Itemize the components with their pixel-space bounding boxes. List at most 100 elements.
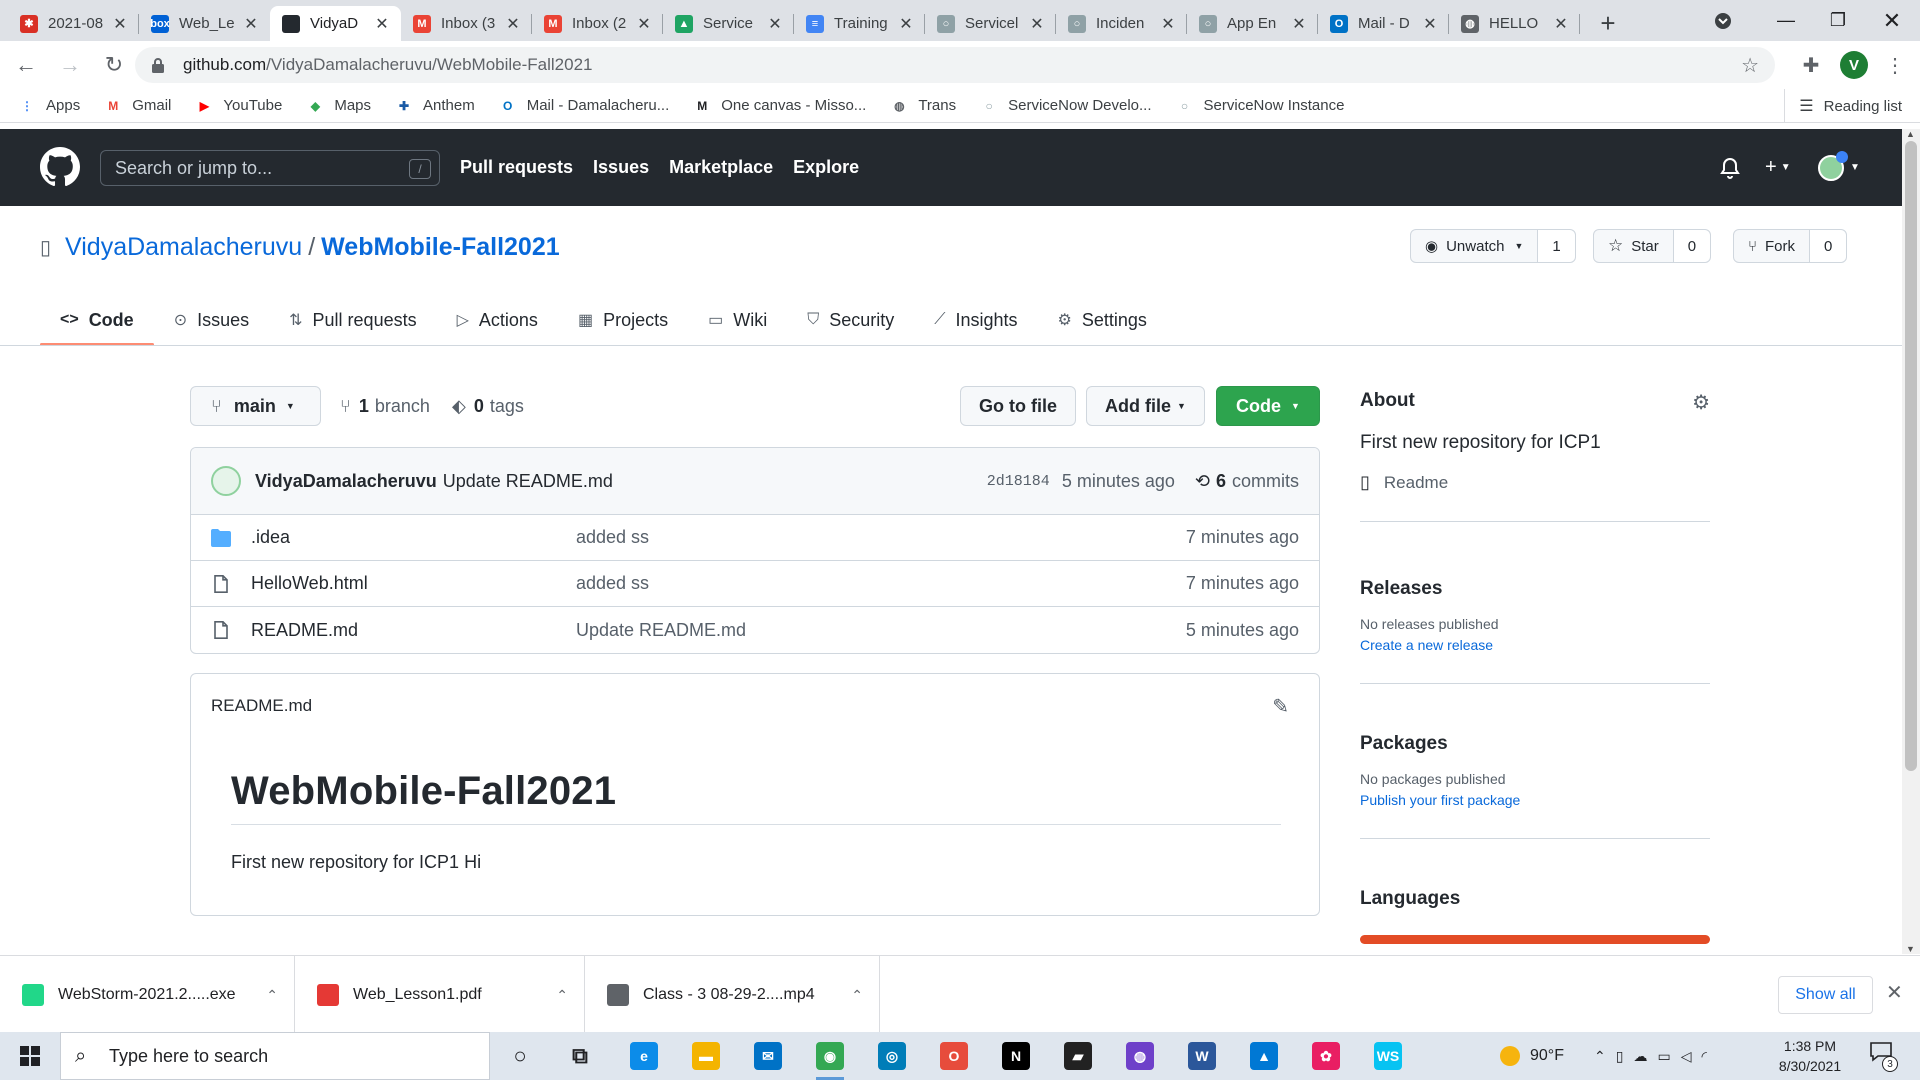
chrome-taskbar-icon[interactable]: ◉ (812, 1038, 848, 1080)
browser-tab[interactable]: ○ Servicel ✕ (925, 6, 1056, 41)
repo-tab-actions[interactable]: ▷ Actions (437, 295, 558, 345)
file-row[interactable]: .idea added ss 7 minutes ago (191, 515, 1319, 561)
show-all-downloads-button[interactable]: Show all (1778, 976, 1873, 1014)
close-tab-icon[interactable]: ✕ (766, 14, 784, 34)
windows-start-icon[interactable] (20, 1046, 40, 1066)
close-tab-icon[interactable]: ✕ (897, 14, 915, 34)
bookmark-item[interactable]: M One canvas - Misso... (693, 97, 866, 115)
scrollbar-thumb[interactable] (1905, 141, 1917, 771)
page-scrollbar[interactable]: ▲ ▼ (1902, 129, 1920, 954)
cortana-taskbar-icon[interactable]: ○ (502, 1038, 538, 1074)
file-explorer-taskbar-icon[interactable]: ▬ (688, 1038, 724, 1074)
github-logo-icon[interactable] (40, 147, 80, 187)
repo-tab-wiki[interactable]: ▭ Wiki (688, 295, 787, 345)
star-button[interactable]: ☆ Star 0 (1593, 229, 1712, 263)
chevron-up-icon[interactable]: ⌃ (556, 987, 568, 1004)
webstorm-taskbar-icon[interactable]: WS (1370, 1038, 1406, 1074)
reload-icon[interactable]: ↻ (96, 47, 132, 83)
repo-tab-settings[interactable]: ⚙ Settings (1038, 295, 1167, 345)
publish-package-link[interactable]: Publish your first package (1360, 792, 1710, 808)
close-tab-icon[interactable]: ✕ (1421, 14, 1439, 34)
global-nav-link[interactable]: Explore (793, 157, 859, 178)
code-button[interactable]: Code ▼ (1216, 386, 1320, 426)
browser-tab[interactable]: M Inbox (2 ✕ (532, 6, 663, 41)
tab-search-icon[interactable] (1705, 0, 1741, 41)
browser-tab[interactable]: ▲ Service ✕ (663, 6, 794, 41)
create-release-link[interactable]: Create a new release (1360, 637, 1710, 653)
close-tab-icon[interactable]: ✕ (111, 14, 129, 34)
minimize-icon[interactable]: — (1760, 0, 1812, 41)
repo-name-link[interactable]: WebMobile-Fall2021 (321, 233, 560, 262)
browser-tab[interactable]: ○ App En ✕ (1187, 6, 1318, 41)
file-row[interactable]: HelloWeb.html added ss 7 minutes ago (191, 561, 1319, 607)
photos-taskbar-icon[interactable]: ▲ (1246, 1038, 1282, 1074)
edge-taskbar-icon[interactable]: e (626, 1038, 662, 1074)
star-count[interactable]: 0 (1673, 230, 1711, 262)
readme-link[interactable]: ▯ Readme (1360, 472, 1710, 493)
repo-tab-pull-requests[interactable]: ⇅ Pull requests (269, 295, 436, 345)
battery-icon[interactable]: ▭ (1657, 1048, 1680, 1065)
global-nav-link[interactable]: Pull requests (460, 157, 573, 178)
bookmark-item[interactable]: ○ ServiceNow Develo... (980, 97, 1152, 115)
back-icon[interactable]: ← (8, 47, 44, 83)
repo-tab-projects[interactable]: ▦ Projects (558, 295, 688, 345)
mail-taskbar-icon[interactable]: ✉ (750, 1038, 786, 1074)
github-desktop-taskbar-icon[interactable]: ◍ (1122, 1038, 1158, 1074)
close-downloads-icon[interactable]: ✕ (1886, 980, 1903, 1005)
unwatch-button[interactable]: ◉ Unwatch ▼ 1 (1410, 229, 1576, 263)
device-icon[interactable]: ▯ (1616, 1048, 1634, 1065)
speaker-icon[interactable]: ◁ (1681, 1048, 1702, 1065)
tags-link[interactable]: ⬖ 0 tags (452, 386, 524, 426)
close-tab-icon[interactable]: ✕ (1290, 14, 1308, 34)
chevron-up-icon[interactable]: ⌃ (266, 987, 278, 1004)
close-tab-icon[interactable]: ✕ (242, 14, 260, 34)
scroll-up-arrow-icon[interactable]: ▲ (1906, 129, 1915, 139)
fork-button[interactable]: ⑂ Fork 0 (1733, 229, 1848, 263)
repo-owner-link[interactable]: VidyaDamalacheruvu (65, 233, 302, 262)
scroll-down-arrow-icon[interactable]: ▼ (1906, 944, 1915, 954)
github-search-input[interactable]: Search or jump to... / (100, 150, 440, 186)
new-tab-icon[interactable]: + (1588, 6, 1628, 41)
repo-tab-code[interactable]: <> Code (40, 295, 154, 346)
weather-widget[interactable]: 90°F (1500, 1032, 1564, 1080)
forward-icon[interactable]: → (52, 47, 88, 83)
download-item[interactable]: Class - 3 08-29-2....mp4 ⌃ (585, 956, 880, 1034)
office-taskbar-icon[interactable]: O (936, 1038, 972, 1074)
bookmark-item[interactable]: ⋮ Apps (18, 97, 80, 115)
file-name-link[interactable]: README.md (251, 620, 358, 641)
branch-selector[interactable]: ⑂ main ▼ (190, 386, 321, 426)
file-name-link[interactable]: HelloWeb.html (251, 573, 368, 594)
browser-tab[interactable]: VidyaD ✕ (270, 6, 401, 41)
taskbar-clock[interactable]: 1:38 PM 8/30/2021 (1755, 1036, 1865, 1076)
chevron-up-icon[interactable]: ⌃ (1594, 1048, 1616, 1065)
close-tab-icon[interactable]: ✕ (373, 14, 391, 34)
watch-count[interactable]: 1 (1538, 230, 1575, 262)
onedrive-icon[interactable]: ☁ (1633, 1048, 1657, 1065)
user-avatar-dropdown[interactable]: ▼ (1818, 129, 1862, 206)
repo-tab-issues[interactable]: ⊙ Issues (154, 295, 269, 345)
bookmark-star-icon[interactable]: ☆ (1741, 53, 1759, 78)
netflix-taskbar-icon[interactable]: N (998, 1038, 1034, 1074)
browser-tab[interactable]: ◍ HELLO ✕ (1449, 6, 1580, 41)
download-item[interactable]: WebStorm-2021.2.....exe ⌃ (0, 956, 295, 1034)
dell-taskbar-icon[interactable]: ◎ (874, 1038, 910, 1074)
fork-count[interactable]: 0 (1810, 230, 1847, 262)
repo-tab-security[interactable]: ⛉ Security (787, 295, 914, 345)
wifi-icon[interactable]: ◜ (1701, 1048, 1716, 1065)
word-taskbar-icon[interactable]: W (1184, 1038, 1220, 1074)
sticky-notes-taskbar-icon[interactable]: ▰ (1060, 1038, 1096, 1074)
bookmark-item[interactable]: O Mail - Damalacheru... (499, 97, 669, 115)
reading-list[interactable]: ☰ Reading list (1784, 89, 1902, 123)
bookmark-item[interactable]: ◆ Maps (306, 97, 371, 115)
go-to-file-button[interactable]: Go to file (960, 386, 1076, 426)
chevron-up-icon[interactable]: ⌃ (851, 987, 863, 1004)
browser-tab[interactable]: ○ Inciden ✕ (1056, 6, 1187, 41)
bookmark-item[interactable]: M Gmail (104, 97, 171, 115)
global-nav-link[interactable]: Marketplace (669, 157, 773, 178)
file-row[interactable]: README.md Update README.md 5 minutes ago (191, 607, 1319, 653)
browser-menu-icon[interactable]: ⋮ (1880, 47, 1910, 83)
close-window-icon[interactable]: ✕ (1864, 0, 1920, 41)
browser-tab[interactable]: box Web_Le ✕ (139, 6, 270, 41)
browser-tab[interactable]: M Inbox (3 ✕ (401, 6, 532, 41)
address-bar[interactable]: github.com/VidyaDamalacheruvu/WebMobile-… (135, 47, 1775, 83)
